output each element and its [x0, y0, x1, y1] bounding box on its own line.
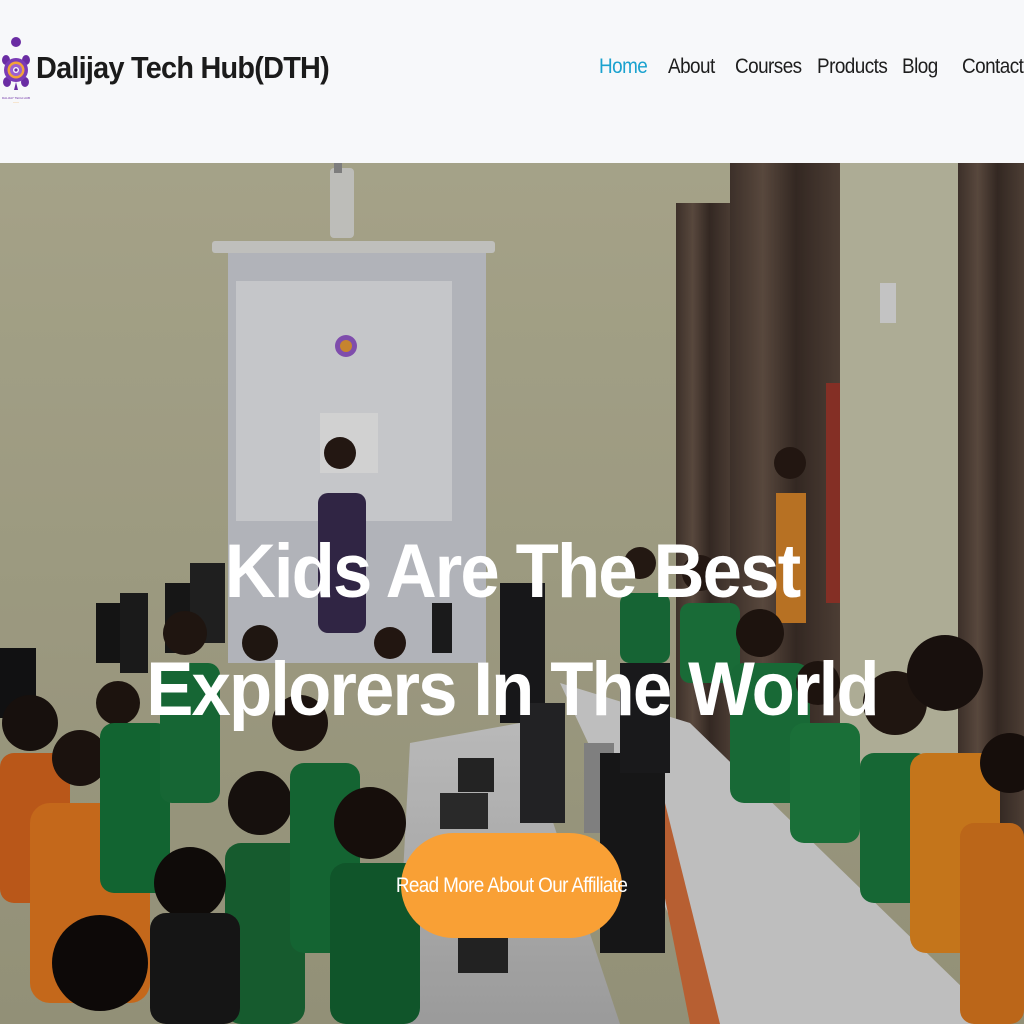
logo-caption-sub: —— — [13, 100, 19, 104]
read-more-affiliate-button[interactable]: Read More About Our Affiliate — [396, 833, 628, 938]
site-header: DALIJAY TECH HUB —— Dalijay Tech Hub(DTH… — [0, 0, 1024, 163]
hero-title: Kids Are The Best Explorers In The World — [0, 513, 1024, 749]
nav-courses[interactable]: Courses — [735, 55, 802, 79]
hero-section: Kids Are The Best Explorers In The World… — [0, 163, 1024, 1024]
hero-title-line2: Explorers In The World — [146, 647, 879, 732]
read-more-affiliate-label: Read More About Our Affiliate — [395, 873, 628, 897]
hero-title-line1: Kids Are The Best — [224, 529, 801, 614]
nav-contact[interactable]: Contact — [962, 55, 1024, 79]
nav-home[interactable]: Home — [599, 55, 648, 79]
nav-about[interactable]: About — [668, 55, 715, 79]
nav-blog[interactable]: Blog — [902, 55, 938, 79]
main-nav: Home About Courses Products Blog Contact — [0, 55, 1024, 85]
nav-products[interactable]: Products — [817, 55, 888, 79]
